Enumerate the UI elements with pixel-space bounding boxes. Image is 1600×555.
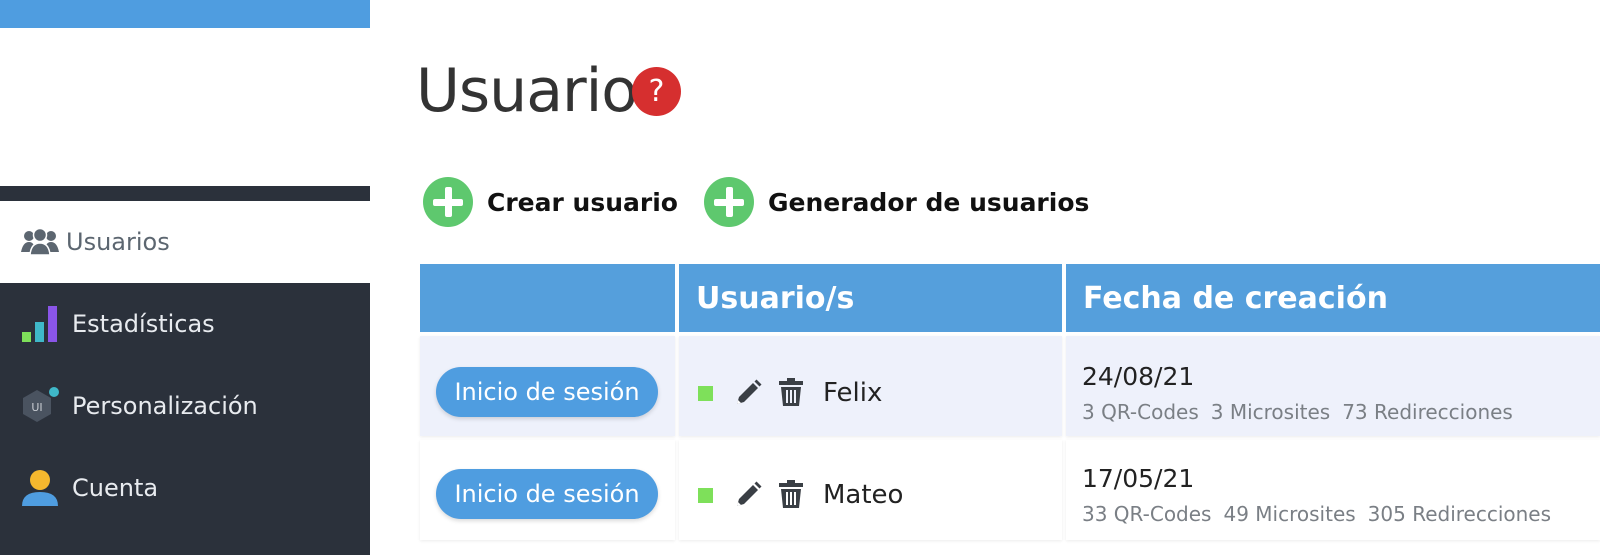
edit-icon[interactable] [733, 480, 763, 510]
column-header-created: Fecha de creación [1066, 264, 1600, 332]
user-generator-button[interactable]: Generador de usuarios [704, 176, 1089, 228]
created-cell: 17/05/21 33 QR-Codes 49 Microsites 305 Red… [1066, 440, 1600, 540]
ui-badge-text: UI [31, 401, 42, 414]
qr-count: 3 QR-Codes [1082, 400, 1199, 424]
delete-icon[interactable] [779, 480, 803, 508]
sidebar-item-statistics[interactable]: Estadísticas [0, 283, 370, 365]
created-cell: 24/08/21 3 QR-Codes 3 Microsites 73 Redire… [1066, 336, 1600, 436]
help-icon[interactable]: ? [632, 67, 681, 116]
sidebar-item-label: Estadísticas [72, 310, 215, 338]
user-stats: 33 QR-Codes 49 Microsites 305 Redireccione… [1082, 502, 1563, 526]
table-row: Inicio de sesión [420, 336, 675, 436]
user-icon [18, 468, 62, 508]
user-name: Mateo [823, 480, 904, 510]
user-cell: Mateo [679, 440, 1062, 540]
created-date: 17/05/21 [1082, 464, 1195, 493]
sidebar-top-bar [0, 0, 370, 28]
user-cell: Felix [679, 336, 1062, 436]
delete-icon[interactable] [779, 378, 803, 406]
login-button[interactable]: Inicio de sesión [436, 469, 658, 519]
plus-circle-icon [704, 177, 754, 227]
sidebar-item-label: Personalización [72, 392, 258, 420]
user-name: Felix [823, 378, 883, 408]
sidebar-item-label: Usuarios [66, 228, 170, 256]
microsite-count: 49 Microsites [1223, 502, 1356, 526]
page-title: Usuario [416, 56, 638, 126]
qr-count: 33 QR-Codes [1082, 502, 1212, 526]
sidebar-item-users[interactable]: Usuarios [0, 201, 370, 283]
sidebar: Usuarios Estadísticas UI Personalización [0, 0, 370, 555]
bar-chart-icon [18, 304, 62, 344]
plus-circle-icon [423, 177, 473, 227]
sidebar-item-label: Cuenta [72, 474, 159, 502]
logo-area [0, 28, 370, 186]
sidebar-item-account[interactable]: Cuenta [0, 447, 370, 529]
create-user-label: Crear usuario [487, 187, 678, 217]
redirect-count: 305 Redirecciones [1367, 502, 1552, 526]
user-stats: 3 QR-Codes 3 Microsites 73 Redirecciones [1082, 400, 1525, 424]
column-header-actions [420, 264, 675, 332]
created-date: 24/08/21 [1082, 362, 1195, 391]
user-generator-label: Generador de usuarios [768, 187, 1090, 217]
column-header-users: Usuario/s [679, 264, 1062, 332]
table-row: Inicio de sesión [420, 440, 675, 540]
microsite-count: 3 Microsites [1210, 400, 1331, 424]
sidebar-item-customization[interactable]: UI Personalización [0, 365, 370, 447]
status-indicator [698, 386, 713, 401]
edit-icon[interactable] [733, 378, 763, 408]
create-user-button[interactable]: Crear usuario [423, 176, 678, 228]
users-icon [18, 222, 62, 262]
redirect-count: 73 Redirecciones [1342, 400, 1513, 424]
status-indicator [698, 488, 713, 503]
login-button[interactable]: Inicio de sesión [436, 367, 658, 417]
ui-hexagon-icon: UI [18, 386, 62, 426]
